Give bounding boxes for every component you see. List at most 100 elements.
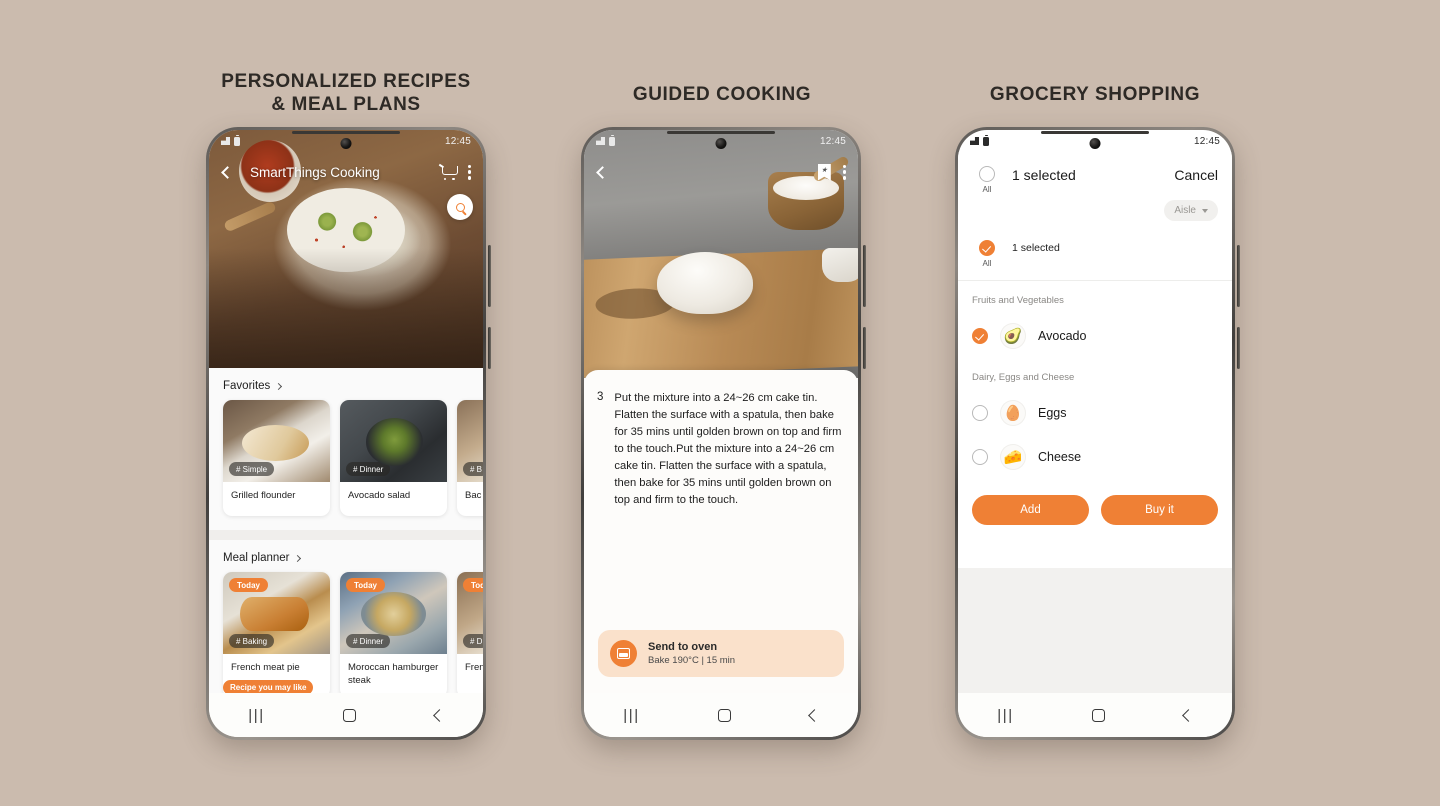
volume-button[interactable] xyxy=(1237,245,1240,307)
meal-card-tag: # D xyxy=(463,634,483,648)
grocery-list-item[interactable]: 🥚 Eggs xyxy=(958,391,1232,435)
select-all-label: All xyxy=(982,185,992,194)
overflow-menu-icon[interactable] xyxy=(842,164,846,180)
cancel-button[interactable]: Cancel xyxy=(1174,167,1218,183)
favorites-card-row[interactable]: # Simple Grilled flounder # Dinner Avoca… xyxy=(209,400,483,516)
front-camera xyxy=(715,138,727,149)
caption-line-2: & MEAL PLANS xyxy=(271,94,421,116)
selection-count: 1 selected xyxy=(1012,167,1076,183)
meal-card[interactable]: Today # D Fren xyxy=(457,572,483,693)
power-button[interactable] xyxy=(488,327,491,369)
item-checkbox[interactable] xyxy=(972,449,988,465)
aisle-filter-label: Aisle xyxy=(1174,205,1196,216)
back-chevron-icon[interactable] xyxy=(596,165,609,179)
recents-button[interactable]: ||| xyxy=(623,707,640,724)
shopping-cart-icon[interactable] xyxy=(441,165,458,181)
list-select-all-checkbox[interactable] xyxy=(979,240,995,256)
today-badge: Today xyxy=(463,578,483,592)
search-button[interactable] xyxy=(447,194,473,220)
meal-card-tag: # Dinner xyxy=(346,634,391,648)
section-header-favorites[interactable]: Favorites xyxy=(209,368,483,400)
home-square-icon[interactable] xyxy=(1092,708,1106,722)
recents-button[interactable]: ||| xyxy=(997,707,1014,724)
phone-personalized-recipes: 12:45 SmartThings Cooking Recipe you may… xyxy=(206,127,491,740)
caption-line-1: PERSONALIZED RECIPES xyxy=(221,71,471,92)
item-checkbox[interactable] xyxy=(972,328,988,344)
android-nav-bar: ||| xyxy=(584,693,858,737)
send-to-oven-card[interactable]: Send to oven Bake 190°C | 15 min xyxy=(598,630,844,677)
power-button[interactable] xyxy=(863,327,866,369)
section-title: Meal planner xyxy=(223,552,290,564)
dough-ball xyxy=(656,252,753,314)
back-chevron-icon[interactable] xyxy=(221,165,234,179)
recipe-card[interactable]: # Dinner Avocado salad xyxy=(340,400,447,516)
phone-guided-cooking: 12:45 ★ 1 6 1 h xyxy=(581,127,866,740)
back-chevron-icon[interactable] xyxy=(432,708,446,722)
app-title: SmartThings Cooking xyxy=(250,164,380,180)
aisle-filter-dropdown[interactable]: Aisle xyxy=(1164,200,1218,221)
earpiece-speaker xyxy=(667,131,775,134)
category-heading: Fruits and Vegetables xyxy=(972,295,1064,306)
caret-down-icon xyxy=(1202,208,1208,213)
grocery-list-item[interactable]: 🧀 Cheese xyxy=(958,435,1232,479)
content-scroll[interactable]: Favorites # Simple Grilled flounder # Di… xyxy=(209,368,483,693)
today-badge: Today xyxy=(346,578,385,592)
grocery-list-item[interactable]: 🥑 Avocado xyxy=(958,314,1232,358)
back-chevron-icon[interactable] xyxy=(807,708,821,722)
app-bar: ★ xyxy=(584,152,858,192)
ceramic-cup xyxy=(822,248,858,282)
front-camera xyxy=(1089,138,1101,149)
meal-planner-card-row[interactable]: Today # Baking French meat pie Today # D… xyxy=(209,572,483,693)
phone3-screen: 12:45 All 1 selected Cancel Aisle All 1 … xyxy=(958,130,1232,737)
recents-button[interactable]: ||| xyxy=(248,707,265,724)
meal-card[interactable]: Today # Baking French meat pie xyxy=(223,572,330,693)
item-name: Eggs xyxy=(1038,406,1067,420)
item-checkbox[interactable] xyxy=(972,405,988,421)
today-badge: Today xyxy=(229,578,268,592)
meal-card-image: Today # D xyxy=(457,572,483,654)
list-select-all-row[interactable]: All 1 selected xyxy=(958,230,1232,281)
recipe-card-name: Avocado salad xyxy=(348,490,411,501)
recipe-card[interactable]: # Simple Grilled flounder xyxy=(223,400,330,516)
oven-icon xyxy=(617,648,630,659)
select-all-checkbox[interactable] xyxy=(979,166,995,182)
eggs-icon: 🥚 xyxy=(1000,400,1026,426)
recipe-card-tag: # Simple xyxy=(229,462,275,476)
step-sheet[interactable]: 3 Put the mixture into a 24~26 cm cake t… xyxy=(584,370,858,693)
volume-button[interactable] xyxy=(863,245,866,307)
empty-area xyxy=(958,568,1232,693)
recipe-card-image: # Dinner xyxy=(340,400,447,482)
power-button[interactable] xyxy=(1237,327,1240,369)
chevron-right-icon xyxy=(275,382,283,390)
recipe-card[interactable]: # B Bac xyxy=(457,400,483,516)
add-button[interactable]: Add xyxy=(972,495,1089,525)
volume-button[interactable] xyxy=(488,245,491,307)
meal-card-image: Today # Dinner xyxy=(340,572,447,654)
signal-bars-icon xyxy=(970,137,979,145)
buy-it-button[interactable]: Buy it xyxy=(1101,495,1218,525)
poster-stage: PERSONALIZED RECIPES & MEAL PLANS GUIDED… xyxy=(0,0,1440,806)
send-to-oven-subtitle: Bake 190°C | 15 min xyxy=(648,655,736,666)
category-heading: Dairy, Eggs and Cheese xyxy=(972,372,1075,383)
grocery-actions: Add Buy it xyxy=(958,479,1232,525)
section-header-meal-planner[interactable]: Meal planner xyxy=(209,540,483,572)
select-all-checkbox-group[interactable]: All xyxy=(972,166,1002,194)
home-square-icon[interactable] xyxy=(718,708,732,722)
caption-line-1: GROCERY SHOPPING xyxy=(989,84,1201,105)
battery-icon xyxy=(983,134,989,146)
status-clock: 12:45 xyxy=(1193,135,1220,147)
meal-card[interactable]: Today # Dinner Moroccan hamburger steak xyxy=(340,572,447,693)
front-camera xyxy=(340,138,352,149)
phone-grocery-shopping: 12:45 All 1 selected Cancel Aisle All 1 … xyxy=(955,127,1240,740)
overflow-menu-icon[interactable] xyxy=(467,164,471,180)
bookmark-star-icon[interactable]: ★ xyxy=(817,163,831,181)
chevron-right-icon xyxy=(294,554,302,562)
recipe-card-tag: # B xyxy=(463,462,483,476)
back-chevron-icon[interactable] xyxy=(1181,708,1195,722)
caption-guided-cooking: GUIDED COOKING xyxy=(572,83,872,106)
meal-card-image: Today # Baking xyxy=(223,572,330,654)
home-square-icon[interactable] xyxy=(343,708,357,722)
android-nav-bar: ||| xyxy=(958,693,1232,737)
caption-line-1: GUIDED COOKING xyxy=(632,84,812,105)
recipe-card-tag: # Dinner xyxy=(346,462,391,476)
